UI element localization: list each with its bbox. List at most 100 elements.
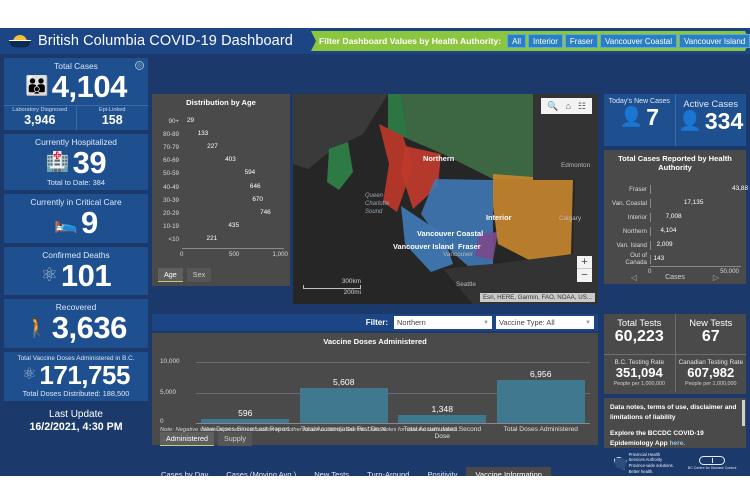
ha-bar-value: 43,88 bbox=[732, 184, 749, 192]
vaccine-chart-title: Vaccine Doses Administered bbox=[323, 337, 427, 346]
age-chart: 90+ 29 80-89 133 70-79 227 60-69 403 50-59 59… bbox=[156, 115, 288, 258]
age-chart-x-axis: 0 500 1,000 bbox=[180, 247, 288, 258]
todays-new-cases-value: 7 bbox=[646, 104, 659, 130]
data-notes-link[interactable]: Data notes, terms of use, disclaimer and… bbox=[604, 398, 746, 423]
last-update-label: Last Update bbox=[49, 408, 103, 420]
ha-bar-row: Northern 4,104 bbox=[608, 224, 741, 238]
phsa-line3: Province-wide solutions. bbox=[628, 463, 674, 468]
age-bar-row: 50-59 594 bbox=[156, 167, 284, 180]
map-toolbar[interactable]: 🔍 ⌂ ☷ bbox=[541, 98, 592, 114]
age-xtick: 500 bbox=[228, 250, 240, 258]
hospitalized-value: 39 bbox=[72, 144, 107, 180]
ha-bar-row: Van. Island 2,009 bbox=[608, 238, 741, 252]
ha-button-vancouver-coastal[interactable]: Vancouver Coastal bbox=[600, 34, 678, 48]
zoom-in-button[interactable]: + bbox=[577, 256, 592, 269]
map-water-label: Queen bbox=[365, 193, 384, 199]
vaccine-xtick: Total Doses Administered bbox=[503, 426, 578, 433]
total-tests: Total Tests 60,223 bbox=[604, 314, 676, 354]
bccdc-mark-icon bbox=[699, 456, 726, 465]
vaccine-chart: 10,000 5,000 0 596 5,608 1,348 6,956 bbox=[160, 358, 590, 425]
footer-logos: Provincial Health Services Authority Pro… bbox=[604, 452, 746, 474]
tab-cases-moving-avg[interactable]: Cases (Moving Avg.) bbox=[217, 467, 305, 476]
total-tests-label: Total Tests bbox=[617, 317, 662, 328]
ha-bar-value: 17,135 bbox=[683, 198, 704, 206]
ha-button-vancouver-island[interactable]: Vancouver Island bbox=[679, 34, 750, 48]
bc-health-authority-map[interactable]: Northern Interior Vancouver Coastal Vanc… bbox=[293, 94, 598, 304]
tab-cases-by-day[interactable]: Cases by Day bbox=[152, 467, 217, 476]
app-header: British Columbia COVID-19 Dashboard Filt… bbox=[0, 28, 750, 54]
age-bar-label: 40-49 bbox=[163, 183, 179, 191]
age-bar-label: 70-79 bbox=[163, 144, 179, 152]
map-label-interior: Interior bbox=[486, 213, 512, 222]
ha-bar-value: 2,009 bbox=[656, 240, 673, 248]
phsa-map-icon bbox=[613, 456, 627, 470]
phsa-line4: Better health. bbox=[628, 468, 654, 474]
tab-sex[interactable]: Sex bbox=[186, 268, 212, 282]
age-bar-row: <10 221 bbox=[156, 233, 284, 246]
vaccine-bar-value: 596 bbox=[238, 408, 253, 419]
stat-card-critical-care: Currently in Critical Care 🛌 9 bbox=[4, 194, 148, 243]
vaccine-ytick: 10,000 bbox=[160, 358, 180, 365]
people-group-icon: 👪 bbox=[25, 76, 49, 98]
health-authority-select[interactable]: Northern ▼ bbox=[394, 316, 492, 329]
hospital-bed-icon: 🛌 bbox=[54, 212, 78, 234]
tab-administered[interactable]: Administered bbox=[160, 432, 214, 446]
last-update-value: 16/2/2021, 4:30 PM bbox=[29, 420, 123, 433]
tab-turn-around[interactable]: Turn-Around bbox=[358, 467, 418, 476]
page-title: British Columbia COVID-19 Dashboard bbox=[38, 33, 293, 49]
chevron-right-icon[interactable]: ▷ bbox=[713, 273, 719, 282]
vaccine-ytick: 5,000 bbox=[160, 389, 176, 396]
map-zoom-controls[interactable]: + − bbox=[577, 256, 592, 282]
age-bar-value: 746 bbox=[260, 208, 271, 216]
virus-icon: ⚛ bbox=[40, 265, 58, 287]
search-icon[interactable]: 🔍 bbox=[547, 101, 558, 111]
stat-card-deaths: Confirmed Deaths ⚛ 101 bbox=[4, 246, 148, 296]
ha-chart-title: Total Cases Reported by Health Authority bbox=[618, 154, 732, 172]
chevron-left-icon[interactable]: ◁ bbox=[631, 273, 637, 282]
tab-age[interactable]: Age bbox=[158, 268, 183, 282]
tab-vaccine-information[interactable]: Vaccine Information bbox=[466, 466, 551, 476]
age-bar-value: 594 bbox=[244, 169, 256, 177]
tab-supply[interactable]: Supply bbox=[217, 432, 252, 446]
active-cases-title: Active Cases bbox=[683, 98, 739, 109]
ca-rate-value: 607,982 bbox=[687, 365, 735, 380]
data-notes-panel: Data notes, terms of use, disclaimer and… bbox=[604, 398, 746, 448]
vaccine-bar-col: 596 bbox=[201, 408, 290, 423]
age-bar-value: 133 bbox=[197, 130, 209, 138]
globe-icon[interactable]: ◎ bbox=[135, 61, 144, 70]
ha-chart: Fraser 43,88 Van. Coastal 17,135 Interior 7… bbox=[608, 182, 748, 276]
bc-rate-sub: People per 1,000,000 bbox=[613, 380, 666, 387]
home-icon[interactable]: ⌂ bbox=[565, 101, 570, 111]
age-xtick: 0 bbox=[180, 250, 184, 258]
basemap-grid-icon[interactable]: ☷ bbox=[578, 101, 586, 111]
age-bar-row: 60-69 403 bbox=[156, 154, 284, 167]
map-label-vancouver-coastal: Vancouver Coastal bbox=[417, 229, 483, 238]
notes-scrollbar[interactable] bbox=[742, 400, 745, 426]
map-panel[interactable]: Northern Interior Vancouver Coastal Vanc… bbox=[293, 94, 598, 304]
total-tests-value: 60,223 bbox=[614, 328, 664, 345]
epi-app-note: Explore the BCCDC COVID-19 Epidemiology … bbox=[604, 423, 746, 449]
map-city-edmonton: Edmonton bbox=[561, 162, 591, 169]
vaccine-type-select[interactable]: Vaccine Type: All ▼ bbox=[496, 316, 594, 329]
ha-button-interior[interactable]: Interior bbox=[527, 34, 563, 48]
bc-testing-rate: B.C. Testing Rate 351,094 People per 1,0… bbox=[604, 355, 676, 392]
bottom-tab-bar: Cases by Day Cases (Moving Avg.) New Tes… bbox=[152, 466, 598, 476]
epi-app-link[interactable]: here. bbox=[669, 440, 685, 447]
person-plus-icon: 👤 bbox=[619, 106, 644, 128]
zoom-out-button[interactable]: − bbox=[577, 269, 592, 282]
tests-panel: Total Tests 60,223 New Tests 67 B.C. Tes… bbox=[604, 314, 746, 394]
ha-bar-label: Van. Coastal bbox=[612, 199, 647, 207]
tab-new-tests[interactable]: New Tests bbox=[305, 467, 358, 476]
stat-card-total-cases: ◎ Total Cases 👪 4,104 Laboratory Diagnos… bbox=[4, 58, 148, 130]
map-water-label: Sound bbox=[365, 209, 383, 215]
ha-button-fraser[interactable]: Fraser bbox=[564, 34, 599, 48]
phsa-logo: Provincial Health Services Authority Pro… bbox=[613, 452, 674, 475]
ha-button-all[interactable]: All bbox=[507, 34, 526, 48]
age-bar-row: 70-79 227 bbox=[156, 141, 284, 154]
epi-app-text: Explore the BCCDC COVID-19 Epidemiology … bbox=[610, 429, 704, 447]
tab-positivity[interactable]: Positivity bbox=[418, 467, 466, 476]
age-bar-value: 227 bbox=[207, 143, 218, 151]
lab-diagnosed-value: 3,946 bbox=[24, 112, 56, 127]
map-city-calgary: Calgary bbox=[559, 215, 582, 222]
age-bar-value: 646 bbox=[249, 182, 261, 190]
